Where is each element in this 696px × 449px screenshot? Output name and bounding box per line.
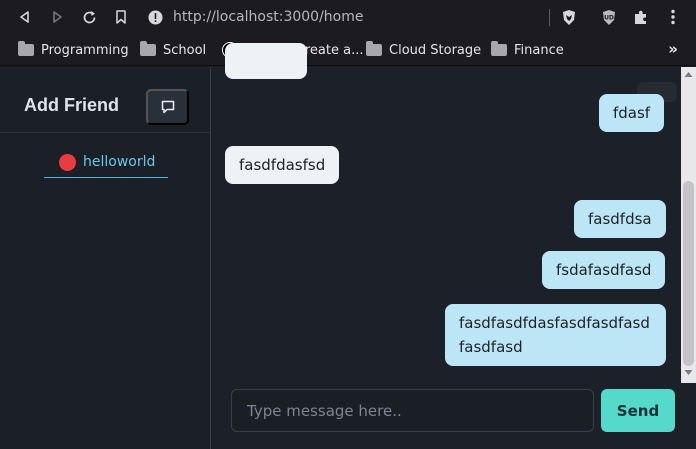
status-dot xyxy=(59,153,76,171)
url-text[interactable]: http://localhost:3000/home xyxy=(173,9,363,25)
bookmark-cloud-storage[interactable]: Cloud Storage xyxy=(366,41,481,59)
folder-icon xyxy=(491,41,507,56)
sidebar-header: Add Friend xyxy=(0,67,210,133)
scroll-up-icon[interactable] xyxy=(684,71,693,80)
ublock-icon[interactable]: UD xyxy=(600,8,618,26)
back-icon[interactable] xyxy=(16,8,34,26)
browser-toolbar: http://localhost:3000/home UD xyxy=(0,0,696,34)
bookmark-school[interactable]: School xyxy=(140,41,206,59)
sidebar-title[interactable]: Add Friend xyxy=(24,95,119,116)
scroll-down-icon[interactable] xyxy=(684,369,693,378)
sidebar: Add Friend helloworld xyxy=(0,67,211,449)
new-chat-button[interactable] xyxy=(146,89,189,125)
bookmark-label: Cloud Storage xyxy=(389,42,482,58)
svg-text:UD: UD xyxy=(604,14,614,21)
scrollbar-thumb[interactable] xyxy=(683,181,694,366)
extensions-icon[interactable] xyxy=(632,8,650,26)
message-bubble-partial xyxy=(225,43,307,79)
forward-icon[interactable] xyxy=(48,8,66,26)
composer: Send xyxy=(212,383,696,449)
bookmarks-overflow-icon[interactable]: » xyxy=(668,40,678,58)
friend-item[interactable]: helloworld xyxy=(44,147,168,178)
chat-bubble-icon xyxy=(160,99,176,115)
message-input[interactable] xyxy=(231,389,594,432)
message-bubble-received: fasdfdasfsd xyxy=(225,146,340,184)
address-bar[interactable]: http://localhost:3000/home xyxy=(148,4,363,30)
menu-icon[interactable] xyxy=(664,8,682,26)
bookmark-label: Finance xyxy=(514,42,564,58)
friend-name: helloworld xyxy=(83,154,156,170)
bookmark-icon[interactable] xyxy=(112,8,130,26)
brave-shield-icon[interactable] xyxy=(560,8,578,26)
bookmark-label: Programming xyxy=(41,42,129,58)
send-button[interactable]: Send xyxy=(601,389,675,432)
message-bubble-sent: fsdafasdfasd xyxy=(542,251,666,289)
folder-icon xyxy=(366,41,382,56)
reload-icon[interactable] xyxy=(80,8,98,26)
message-line: fasdfasdfdasfasdfasdfasd xyxy=(459,314,650,332)
bookmark-label: School xyxy=(163,42,207,58)
bookmark-finance[interactable]: Finance xyxy=(491,41,564,59)
message-line: fasdfasd xyxy=(459,338,523,356)
toolbar-divider xyxy=(549,9,550,26)
message-bubble-sent: fasdfdsa xyxy=(574,200,666,238)
message-bubble-sent: fdasf xyxy=(599,94,665,132)
bookmark-programming[interactable]: Programming xyxy=(18,41,129,59)
bookmarks-bar: Programming School N Setup - Create a...… xyxy=(0,34,696,66)
info-icon[interactable] xyxy=(148,10,163,25)
message-bubble-sent: fasdfasdfdasfasdfasdfasd fasdfasd xyxy=(445,304,666,366)
folder-icon xyxy=(140,41,156,56)
folder-icon xyxy=(18,41,34,56)
